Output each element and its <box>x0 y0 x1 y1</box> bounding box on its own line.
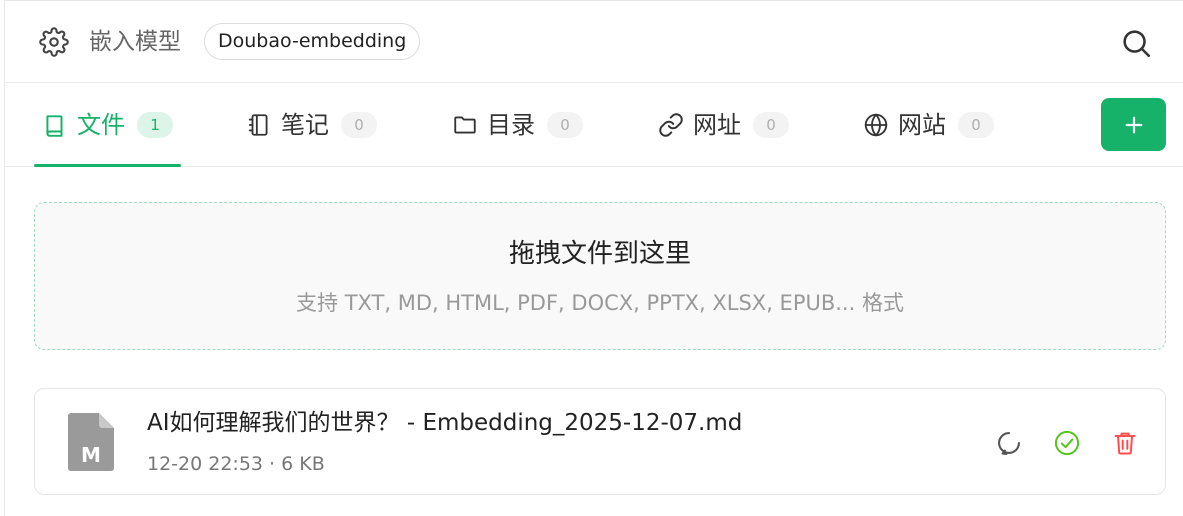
embedding-model-badge[interactable]: Doubao-embedding <box>204 23 421 60</box>
tab-websites[interactable]: 网站 0 <box>863 83 994 167</box>
tab-count-badge: 0 <box>341 112 377 138</box>
file-list-item[interactable]: M AI如何理解我们的世界？ - Embedding_2025-12-07.md… <box>34 388 1166 495</box>
tab-files[interactable]: 文件 1 <box>34 83 181 167</box>
tab-label: 文件 <box>77 111 125 139</box>
tab-label: 笔记 <box>281 111 329 139</box>
folder-icon <box>454 116 476 134</box>
file-meta: 12-20 22:53 · 6 KB <box>147 453 325 475</box>
check-circle-icon[interactable] <box>1053 429 1081 457</box>
panel-header: 嵌入模型 Doubao-embedding <box>5 1 1183 83</box>
notebook-icon <box>248 114 268 136</box>
file-dropzone[interactable]: 拖拽文件到这里 支持 TXT, MD, HTML, PDF, DOCX, PPT… <box>34 202 1166 350</box>
tab-directories[interactable]: 目录 0 <box>452 83 583 167</box>
search-icon[interactable] <box>1119 26 1153 60</box>
refresh-icon[interactable] <box>995 429 1023 457</box>
dropzone-supported-formats: 支持 TXT, MD, HTML, PDF, DOCX, PPTX, XLSX,… <box>296 291 904 315</box>
tab-count-badge: 0 <box>753 112 789 138</box>
trash-icon[interactable] <box>1111 429 1139 457</box>
knowledge-panel: 嵌入模型 Doubao-embedding 文件 1 笔记 0 目录 0 网址 … <box>4 0 1183 516</box>
tab-count-badge: 1 <box>137 112 173 138</box>
globe-icon <box>864 113 888 137</box>
link-icon <box>659 113 683 137</box>
markdown-file-icon: M <box>68 413 114 471</box>
tab-notes[interactable]: 笔记 0 <box>246 83 377 167</box>
file-name: AI如何理解我们的世界？ - Embedding_2025-12-07.md <box>147 410 743 436</box>
add-button[interactable] <box>1101 98 1166 151</box>
panel-title: 嵌入模型 <box>89 29 181 55</box>
book-icon <box>46 115 63 137</box>
file-type-letter: M <box>81 443 101 467</box>
gear-icon[interactable] <box>39 27 69 57</box>
dropzone-title: 拖拽文件到这里 <box>508 239 691 269</box>
tab-label: 网址 <box>693 111 741 139</box>
item-type-tabs: 文件 1 笔记 0 目录 0 网址 0 网站 0 <box>5 83 1183 167</box>
tab-label: 目录 <box>487 111 535 139</box>
tab-count-badge: 0 <box>958 112 994 138</box>
tab-label: 网站 <box>898 111 946 139</box>
tab-count-badge: 0 <box>547 112 583 138</box>
tab-urls[interactable]: 网址 0 <box>658 83 789 167</box>
plus-icon <box>1125 116 1142 133</box>
